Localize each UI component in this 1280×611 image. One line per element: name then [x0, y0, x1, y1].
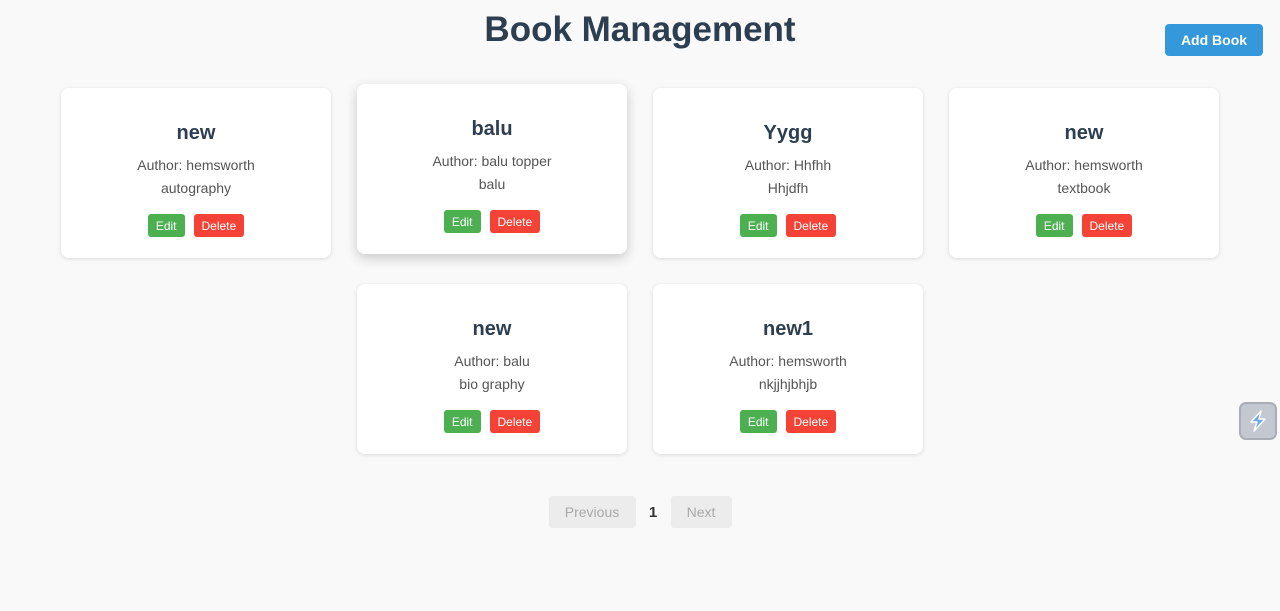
lightning-extension-icon[interactable] [1239, 402, 1277, 440]
previous-page-button[interactable]: Previous [548, 496, 636, 528]
book-card: new Author: hemsworth autography Edit De… [61, 88, 331, 258]
delete-button[interactable]: Delete [1081, 214, 1133, 237]
book-card: Yygg Author: Hhfhh Hhjdfh Edit Delete [653, 88, 923, 258]
edit-button[interactable]: Edit [1035, 214, 1073, 237]
delete-button[interactable]: Delete [785, 214, 837, 237]
pagination: Previous 1 Next [0, 496, 1280, 528]
edit-button[interactable]: Edit [443, 210, 481, 233]
book-author: Author: balu [454, 353, 530, 369]
current-page-number: 1 [648, 503, 658, 521]
edit-button[interactable]: Edit [739, 214, 777, 237]
book-card: new Author: hemsworth textbook Edit Dele… [949, 88, 1219, 258]
card-actions: Edit Delete [653, 214, 923, 237]
card-actions: Edit Delete [653, 410, 923, 433]
book-genre: bio graphy [459, 376, 525, 392]
edit-button[interactable]: Edit [147, 214, 185, 237]
book-genre: balu [478, 176, 506, 192]
delete-button[interactable]: Delete [489, 410, 541, 433]
lightning-glyph-icon [1250, 410, 1266, 432]
book-author: Author: hemsworth [1025, 157, 1143, 173]
delete-button[interactable]: Delete [489, 210, 541, 233]
book-genre: autography [160, 180, 232, 196]
book-card: balu Author: balu topper balu Edit Delet… [357, 84, 627, 254]
book-genre: Hhjdfh [767, 180, 809, 196]
edit-button[interactable]: Edit [739, 410, 777, 433]
book-card: new Author: balu bio graphy Edit Delete [357, 284, 627, 454]
book-author: Author: Hhfhh [744, 157, 832, 173]
card-actions: Edit Delete [949, 214, 1219, 237]
book-title: new [1064, 122, 1104, 144]
add-book-button[interactable]: Add Book [1165, 24, 1263, 56]
page-title: Book Management [484, 10, 796, 49]
card-actions: Edit Delete [357, 410, 627, 433]
next-page-button[interactable]: Next [670, 496, 732, 528]
delete-button[interactable]: Delete [785, 410, 837, 433]
delete-button[interactable]: Delete [193, 214, 245, 237]
book-title: new1 [762, 318, 814, 340]
card-actions: Edit Delete [357, 210, 627, 233]
edit-button[interactable]: Edit [443, 410, 481, 433]
book-title: balu [471, 118, 513, 140]
book-title: new [176, 122, 216, 144]
book-author: Author: hemsworth [729, 353, 847, 369]
book-title: Yygg [763, 122, 813, 144]
book-genre: textbook [1057, 180, 1111, 196]
book-title: new [472, 318, 512, 340]
card-actions: Edit Delete [61, 214, 331, 237]
book-author: Author: hemsworth [137, 157, 255, 173]
book-genre: nkjjhjbhjb [758, 376, 818, 392]
book-card: new1 Author: hemsworth nkjjhjbhjb Edit D… [653, 284, 923, 454]
book-author: Author: balu topper [432, 153, 552, 169]
